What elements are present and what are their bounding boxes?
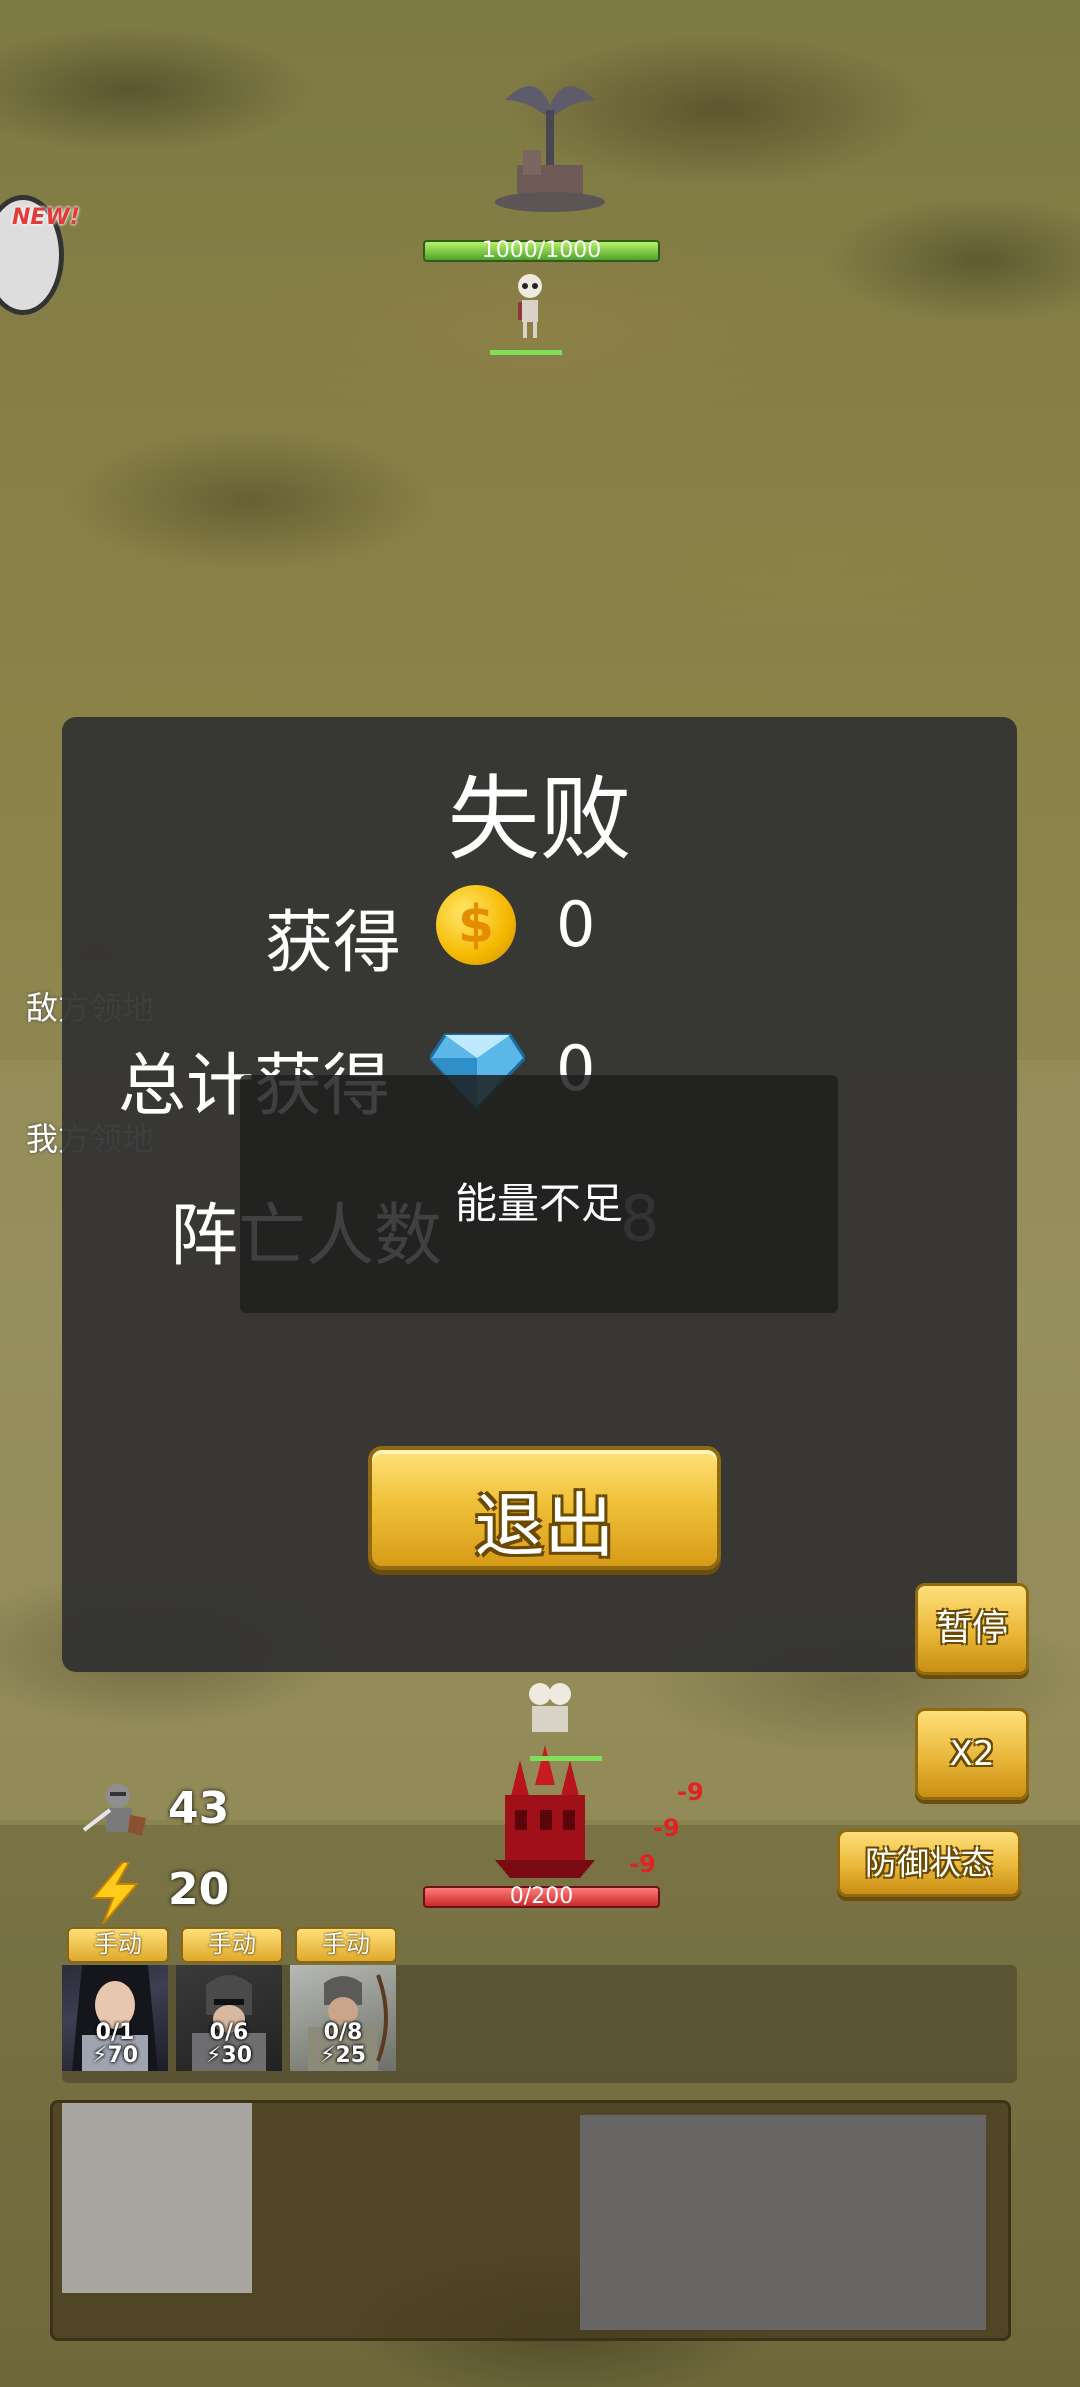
unit-mode-tag[interactable]: 手动 [295, 1927, 397, 1963]
energy-count: 20 [168, 1864, 230, 1915]
soldier-count: 43 [168, 1783, 230, 1834]
damage-number: -9 [629, 1850, 656, 1878]
gold-coin-icon: $ [436, 885, 516, 965]
result-title: 失败 [447, 766, 632, 873]
new-badge: NEW! [12, 205, 80, 230]
skeleton-hp-bar [490, 350, 562, 355]
enemy-hp-bar: 1000/1000 [423, 240, 660, 262]
unit-energy-cost: ⚡25 [319, 2043, 367, 2068]
energy-lightning-icon [90, 1862, 140, 1924]
enemy-tower-icon [495, 86, 605, 212]
unit-card-female-knight[interactable]: 0/1 ⚡70 [62, 1965, 168, 2071]
skeleton-attacker-icon [529, 1683, 571, 1732]
damage-number: -9 [653, 1814, 680, 1842]
attacker-hp-bar [530, 1756, 602, 1761]
unit-card-armored-soldier[interactable]: 0/6 ⚡30 [176, 1965, 282, 2071]
player-hp-text: 0/200 [509, 1884, 574, 1909]
exit-button-label: 退出 [474, 1485, 615, 1567]
pause-button[interactable]: 暂停 [915, 1583, 1029, 1675]
soldier-count-icon [82, 1784, 146, 1836]
damage-number: -9 [677, 1778, 704, 1806]
skeleton-enemy-icon [518, 274, 542, 338]
exit-button[interactable]: 退出 [368, 1446, 721, 1570]
unit-count: 0/1 [95, 2020, 135, 2045]
unit-card-archer[interactable]: 0/8 ⚡25 [290, 1965, 396, 2071]
earned-label: 获得 [265, 904, 402, 983]
toast-text: 能量不足 [454, 1179, 623, 1228]
enemy-hp-text: 1000/1000 [481, 238, 602, 263]
bottom-left-slot[interactable] [62, 2103, 252, 2293]
unit-count: 0/6 [209, 2020, 249, 2045]
unit-mode-tag[interactable]: 手动 [67, 1927, 169, 1963]
insufficient-energy-toast: 能量不足 [240, 1075, 838, 1313]
player-castle-icon [495, 1745, 595, 1878]
bottom-right-slot[interactable] [580, 2115, 986, 2330]
speed-x2-button[interactable]: X2 [915, 1708, 1029, 1800]
unit-energy-cost: ⚡70 [91, 2043, 139, 2068]
unit-energy-cost: ⚡30 [205, 2043, 253, 2068]
defense-mode-button[interactable]: 防御状态 [837, 1829, 1021, 1897]
unit-mode-tag[interactable]: 手动 [181, 1927, 283, 1963]
player-castle-hp-bar: 0/200 [423, 1886, 660, 1908]
earned-value: 0 [556, 888, 596, 961]
unit-count: 0/8 [323, 2020, 363, 2045]
